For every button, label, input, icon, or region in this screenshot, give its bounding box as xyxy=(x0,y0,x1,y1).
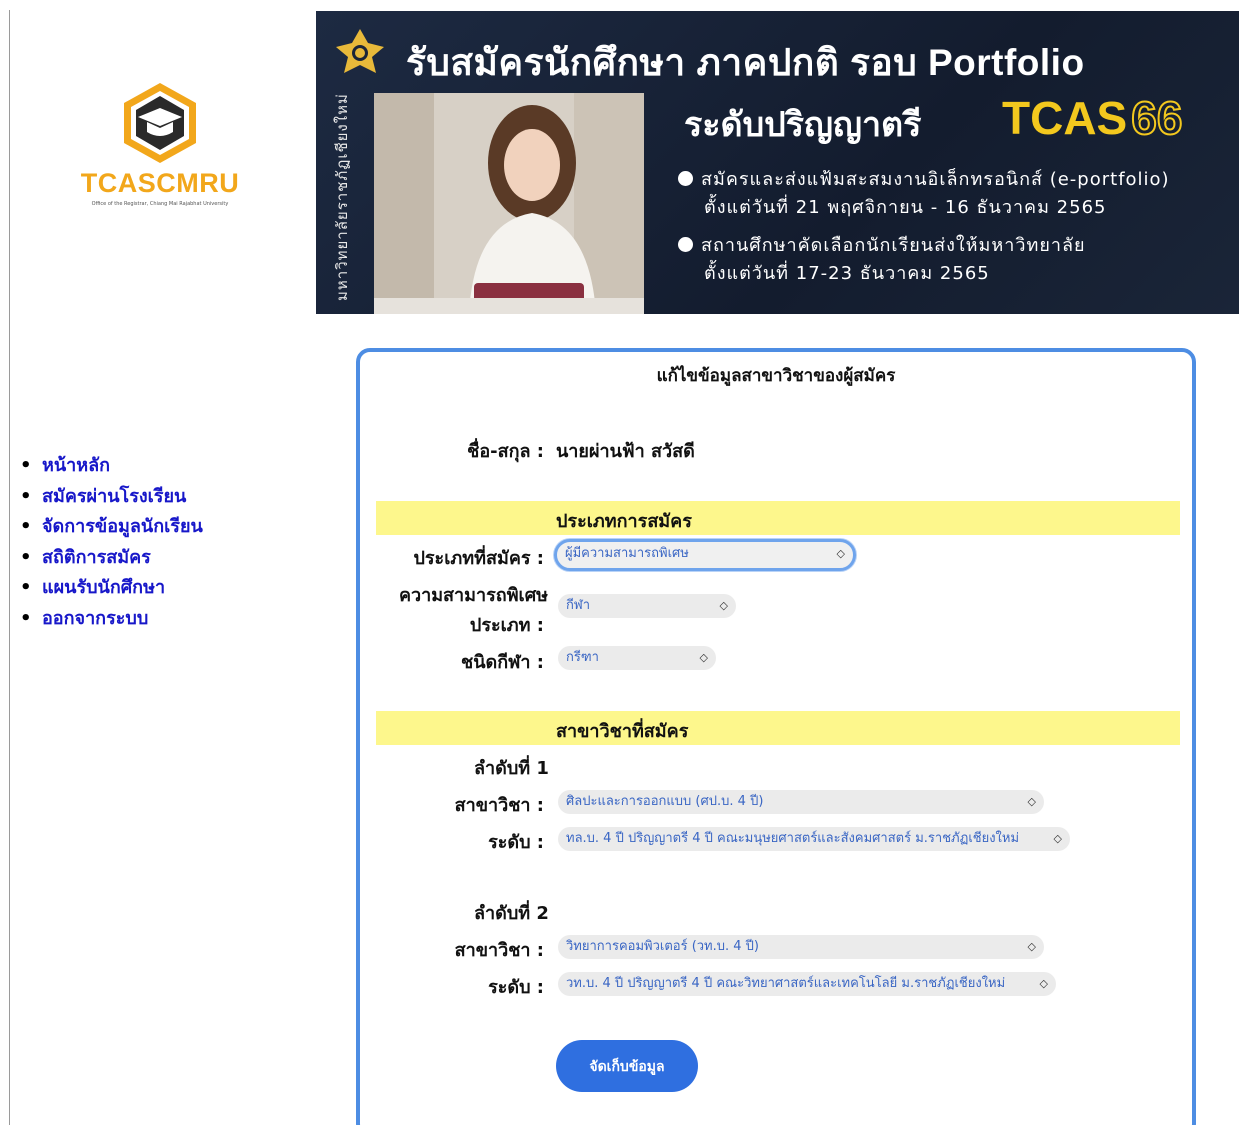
banner-bullet-2-line1: สถานศึกษาคัดเลือกนักเรียนส่งให้มหาวิทยาล… xyxy=(701,235,1086,256)
choice-2-major-value: วิทยาการคอมพิวเตอร์ (วท.บ. 4 ปี) xyxy=(566,939,760,954)
sport-type-value: กรีฑา xyxy=(566,650,599,665)
nav-item-logout[interactable]: ออกจากระบบ xyxy=(20,603,203,634)
choice-1-major-value: ศิลปะและการออกแบบ (ศป.บ. 4 ปี) xyxy=(566,794,764,809)
bullet-dot-icon xyxy=(678,237,693,252)
banner-bullet-2-line2: ตั้งแต่วันที่ 17-23 ธันวาคม 2565 xyxy=(704,263,990,284)
logo-name: TCASCMRU xyxy=(80,168,240,198)
application-type-select[interactable]: ผู้มีความสามารถพิเศษ ◇ xyxy=(554,539,856,571)
select-chevron-icon: ◇ xyxy=(1053,832,1062,845)
choice-1-level-value: ทล.บ. 4 ปี ปริญญาตรี 4 ปี คณะมนุษยศาสตร์… xyxy=(566,831,1020,846)
choice-2-level-value: วท.บ. 4 ปี ปริญญาตรี 4 ปี คณะวิทยาศาสตร์… xyxy=(566,976,1006,991)
admission-banner: มหาวิทยาลัยราชภัฏเชียงใหม่ รับสมัครนักศึ… xyxy=(316,11,1239,314)
nav-item-apply-via-school[interactable]: สมัครผ่านโรงเรียน xyxy=(20,481,203,512)
name-value: นายผ่านฟ้า สวัสดี xyxy=(556,441,695,462)
choice-1-major-select[interactable]: ศิลปะและการออกแบบ (ศป.บ. 4 ปี) ◇ xyxy=(558,790,1044,814)
choice-1-level-select[interactable]: ทล.บ. 4 ปี ปริญญาตรี 4 ปี คณะมนุษยศาสตร์… xyxy=(558,827,1070,851)
save-button[interactable]: จัดเก็บข้อมูล xyxy=(556,1040,698,1092)
student-photo xyxy=(374,93,644,314)
nav-item-admission-plan[interactable]: แผนรับนักศึกษา xyxy=(20,572,203,603)
choice-2-major-label: สาขาวิชา : xyxy=(454,940,544,961)
choice-2-level-label: ระดับ : xyxy=(488,977,544,998)
select-chevron-icon: ◇ xyxy=(836,547,845,560)
banner-bullet-1-line2: ตั้งแต่วันที่ 21 พฤศจิกายน - 16 ธันวาคม … xyxy=(704,197,1107,218)
choice-2-order: ลำดับที่ 2 xyxy=(474,903,549,924)
select-chevron-icon: ◇ xyxy=(719,599,728,612)
select-chevron-icon: ◇ xyxy=(1027,795,1036,808)
university-emblem-icon xyxy=(332,27,388,81)
nav-item-manage-students[interactable]: จัดการข้อมูลนักเรียน xyxy=(20,511,203,542)
banner-bullet-1-line1: สมัครและส่งแฟ้มสะสมงานอิเล็กทรอนิกส์ (e-… xyxy=(701,169,1170,190)
sidebar-nav: หน้าหลัก สมัครผ่านโรงเรียน จัดการข้อมูลน… xyxy=(20,450,203,633)
page-left-border xyxy=(9,10,10,1125)
talent-type-select[interactable]: กีฬา ◇ xyxy=(558,594,736,618)
banner-bullet-2: สถานศึกษาคัดเลือกนักเรียนส่งให้มหาวิทยาล… xyxy=(678,232,1086,288)
bullet-dot-icon xyxy=(678,171,693,186)
banner-level: ระดับปริญญาตรี xyxy=(684,106,922,144)
select-chevron-icon: ◇ xyxy=(699,651,708,664)
banner-university-name: มหาวิทยาลัยราชภัฏเชียงใหม่ xyxy=(333,93,351,301)
section-majors-label: สาขาวิชาที่สมัคร xyxy=(556,721,689,742)
graduation-cap-icon xyxy=(124,83,196,163)
banner-tcas-year: 66 xyxy=(1130,91,1183,145)
sport-type-select[interactable]: กรีฑา ◇ xyxy=(558,646,716,670)
banner-tcas: TCAS66 xyxy=(1002,91,1183,145)
banner-tcas-label: TCAS xyxy=(1002,92,1128,144)
sport-label: ชนิดกีฬา : xyxy=(461,652,544,673)
choice-1-order: ลำดับที่ 1 xyxy=(474,758,549,779)
choice-1-major-label: สาขาวิชา : xyxy=(454,795,544,816)
tcascmru-logo: TCASCMRU Office of the Registrar, Chiang… xyxy=(75,80,245,220)
edit-major-form: แก้ไขข้อมูลสาขาวิชาของผู้สมัคร ชื่อ-สกุล… xyxy=(356,348,1196,1125)
type-label: ประเภทที่สมัคร : xyxy=(413,548,544,569)
banner-title: รับสมัครนักศึกษา ภาคปกติ รอบ Portfolio xyxy=(406,42,1085,83)
logo-subtitle: Office of the Registrar, Chiang Mai Raja… xyxy=(91,201,229,207)
talent-type-value: กีฬา xyxy=(566,598,591,613)
banner-bullet-1: สมัครและส่งแฟ้มสะสมงานอิเล็กทรอนิกส์ (e-… xyxy=(678,166,1170,222)
form-title: แก้ไขข้อมูลสาขาวิชาของผู้สมัคร xyxy=(656,366,896,386)
section-majors: สาขาวิชาที่สมัคร xyxy=(376,711,1180,745)
name-label: ชื่อ-สกุล : xyxy=(467,441,544,462)
select-chevron-icon: ◇ xyxy=(1027,940,1036,953)
nav-item-statistics[interactable]: สถิติการสมัคร xyxy=(20,542,203,573)
select-chevron-icon: ◇ xyxy=(1039,977,1048,990)
choice-2-level-select[interactable]: วท.บ. 4 ปี ปริญญาตรี 4 ปี คณะวิทยาศาสตร์… xyxy=(558,972,1056,996)
talent-label-line2: ประเภท : xyxy=(469,615,544,636)
section-application-type: ประเภทการสมัคร xyxy=(376,501,1180,535)
application-type-value: ผู้มีความสามารถพิเศษ xyxy=(565,546,689,561)
choice-1-level-label: ระดับ : xyxy=(488,832,544,853)
nav-item-home[interactable]: หน้าหลัก xyxy=(20,450,203,481)
talent-label-line1: ความสามารถพิเศษ xyxy=(398,585,548,606)
choice-2-major-select[interactable]: วิทยาการคอมพิวเตอร์ (วท.บ. 4 ปี) ◇ xyxy=(558,935,1044,959)
section-application-type-label: ประเภทการสมัคร xyxy=(556,511,692,532)
